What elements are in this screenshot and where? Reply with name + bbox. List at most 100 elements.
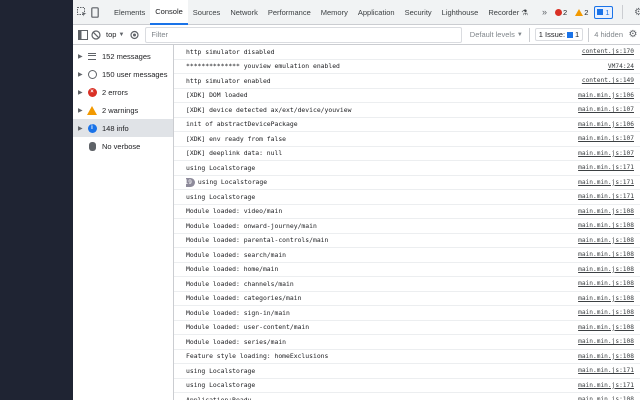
warning-count: 2 [584,7,589,17]
log-message: Module loaded: series/main [186,338,578,346]
sidebar-item-150-user-messages[interactable]: ▶ 150 user messages [73,65,173,83]
source-link[interactable]: main.min.js:108 [578,396,634,400]
chevron-right-icon[interactable]: ▶ [78,89,86,96]
log-text: Module loaded: channels/main [186,279,294,288]
log-message: init of abstractDevicePackage [186,120,578,128]
issues-count: 1 [605,7,610,17]
source-link[interactable]: main.min.js:108 [578,251,634,258]
source-link[interactable]: main.min.js:171 [578,382,634,389]
source-link[interactable]: main.min.js:108 [578,266,634,273]
sidebar-item-no-verbose[interactable]: No verbose [73,137,173,155]
issues-count-badge[interactable]: 1 [594,5,613,19]
console-toolbar: top▼ Default levels▼ 1 Issue:1 4 hidden … [73,25,640,45]
clear-console-icon[interactable] [89,28,102,41]
log-message: Module loaded: user-content/main [186,323,578,331]
log-text: init of abstractDevicePackage [186,120,298,129]
tab-elements[interactable]: Elements [109,0,150,25]
log-row: Application:Ready main.min.js:108 [174,393,640,400]
sidebar-toggle-icon[interactable] [76,28,89,41]
chevron-right-icon[interactable]: ▶ [78,71,86,78]
source-link[interactable]: main.min.js:108 [578,280,634,287]
tab-lighthouse[interactable]: Lighthouse [437,0,484,25]
divider [588,27,590,42]
log-levels-dropdown[interactable]: Default levels ▼ [466,30,527,39]
error-count-badge[interactable]: 2 [553,7,569,18]
log-row: [XDK] device detected ax/ext/device/youv… [174,103,640,118]
source-link[interactable]: main.min.js:108 [578,208,634,215]
source-link[interactable]: main.min.js:108 [578,222,634,229]
tab-security[interactable]: Security [400,0,437,25]
filter-input[interactable] [151,30,461,39]
tab-list: Elements Console Sources Network Performance… [109,0,533,25]
tab-console[interactable]: Console [150,0,188,25]
source-link[interactable]: main.min.js:106 [578,121,634,128]
tab-sources[interactable]: Sources [188,0,226,25]
source-link[interactable]: main.min.js:108 [578,309,634,316]
tab-performance[interactable]: Performance [263,0,316,25]
source-link[interactable]: main.min.js:108 [578,353,634,360]
chevron-right-icon[interactable]: ▶ [78,125,86,132]
console-settings-gear-icon[interactable]: ⚙ [626,29,640,40]
source-link[interactable]: main.min.js:108 [578,338,634,345]
issues-button[interactable]: 1 Issue: 1 [534,28,584,41]
log-text: [XDK] env ready from false [186,134,287,143]
log-row: 119using Localstoragemain.min.js:171 [174,176,640,190]
log-text: Application:Ready [186,395,252,400]
log-text: using Localstorage [186,381,256,390]
warning-icon [575,8,584,16]
log-message: [XDK] deeplink data: null [186,149,578,157]
sidebar-item-2-errors[interactable]: ▶ × 2 errors [73,83,173,101]
log-message: using Localstorage [186,381,578,389]
sidebar-item-2-warnings[interactable]: ▶ 2 warnings [73,101,173,119]
log-text: Module loaded: user-content/main [186,323,310,332]
issues-label: 1 Issue: [538,30,566,39]
log-row: Module loaded: categories/main main.min.j… [174,292,640,306]
sidebar-item-label: 2 errors [102,87,128,97]
sidebar-item-148-info[interactable]: ▶ i 148 info [73,119,173,137]
log-message: http simulator enabled [186,77,582,85]
source-link[interactable]: main.min.js:171 [578,367,634,374]
log-text: using Localstorage [186,366,256,375]
context-selector[interactable]: top ▼ [102,30,128,39]
repeat-count-badge: 119 [186,177,195,187]
tab-network[interactable]: Network [225,0,263,25]
source-link[interactable]: content.js:170 [582,48,634,55]
source-link[interactable]: main.min.js:107 [578,135,634,142]
sidebar-item-152-messages[interactable]: ▶ 152 messages [73,47,173,65]
source-link[interactable]: main.min.js:108 [578,324,634,331]
warning-count-badge[interactable]: 2 [573,7,590,18]
source-link[interactable]: main.min.js:107 [578,150,634,157]
log-text: Module loaded: home/main [186,265,279,274]
error-icon: × [86,87,98,97]
issue-icon [597,9,604,15]
log-text: Module loaded: categories/main [186,294,302,303]
source-link[interactable]: main.min.js:107 [578,106,634,113]
filter-box[interactable] [145,26,462,43]
source-link[interactable]: main.min.js:171 [578,179,634,186]
source-link[interactable]: content.js:149 [582,77,634,84]
source-link[interactable]: main.min.js:108 [578,237,634,244]
inspect-element-icon[interactable] [77,5,87,19]
device-toolbar-icon[interactable] [91,5,99,19]
devtools-panel: Elements Console Sources Network Performance… [73,0,640,400]
warning-icon [86,105,98,115]
tab-recorder[interactable]: Recorder ⚗ [483,0,533,25]
user-icon [86,69,98,79]
log-row: [XDK] DOM loaded main.min.js:106 [174,89,640,103]
sidebar-item-label: 148 info [102,123,129,133]
eye-icon[interactable] [128,28,141,41]
source-link[interactable]: main.min.js:171 [578,193,634,200]
log-row: using Localstorage main.min.js:171 [174,190,640,205]
log-text: Module loaded: series/main [186,337,287,346]
source-link[interactable]: VM74:24 [608,63,634,70]
log-levels-label: Default levels [469,30,515,39]
tab-application[interactable]: Application [353,0,400,25]
tab-memory[interactable]: Memory [316,0,353,25]
source-link[interactable]: main.min.js:108 [578,295,634,302]
gear-icon[interactable]: ⚙ [632,7,640,18]
more-tabs-button[interactable]: » [536,7,553,17]
source-link[interactable]: main.min.js:106 [578,92,634,99]
chevron-right-icon[interactable]: ▶ [78,107,86,114]
source-link[interactable]: main.min.js:171 [578,164,634,171]
chevron-right-icon[interactable]: ▶ [78,53,86,60]
